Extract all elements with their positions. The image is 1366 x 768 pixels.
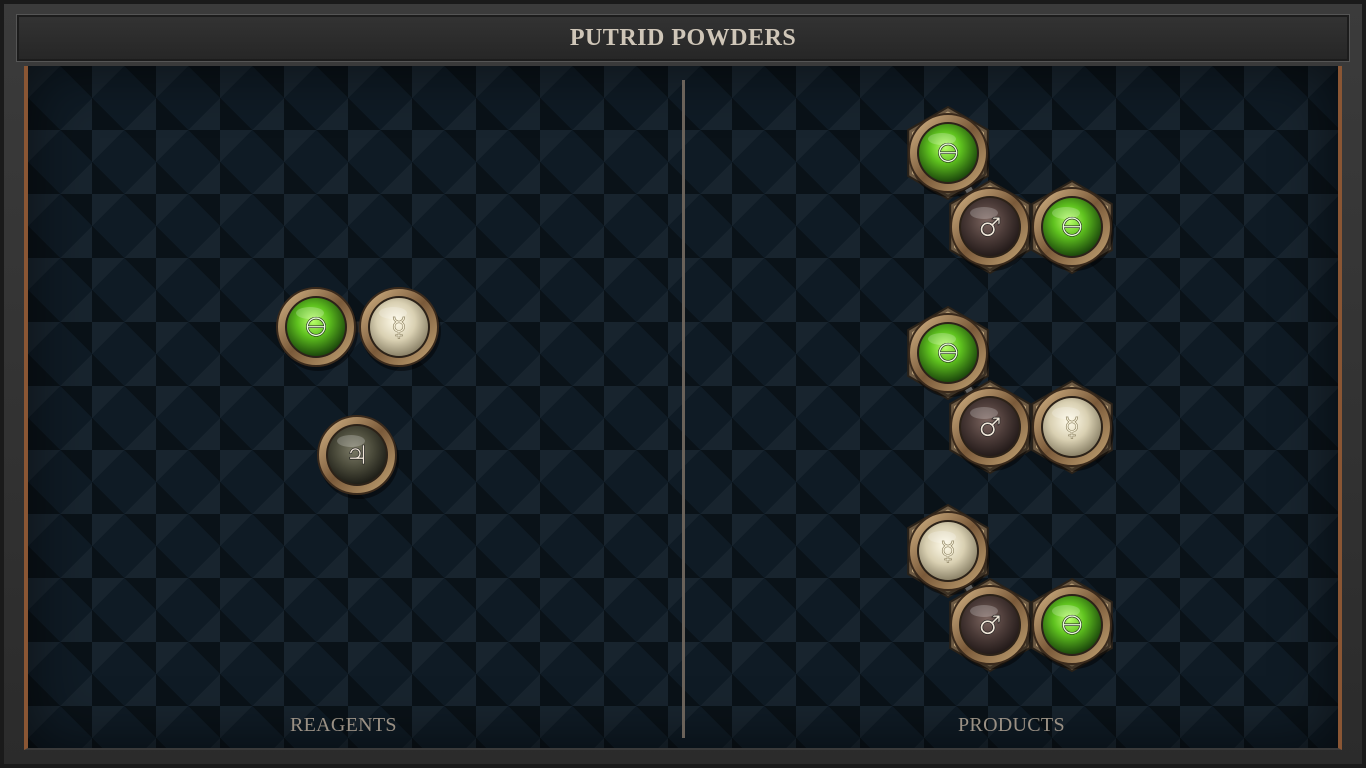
mercury-icon: ☿ [391, 313, 407, 343]
molecules-layer: 🜔 ☿♃🜔♂ 🜔🜔♂ ☿☿♂ 🜔 [276, 105, 1114, 673]
mercury-icon: ☿ [940, 537, 956, 567]
mercury-atom[interactable]: ☿ [359, 287, 441, 371]
salt-earth-icon: 🜔 [937, 139, 959, 169]
salt-atom[interactable]: 🜔 [1031, 577, 1114, 673]
tin-jupiter-icon: ♃ [345, 441, 368, 471]
salt-earth-icon: 🜔 [1061, 611, 1083, 641]
mercury-icon: ☿ [1064, 413, 1080, 443]
iron-mars-icon: ♂ [978, 611, 1001, 641]
mercury-atom[interactable]: ☿ [1031, 379, 1114, 475]
lead-atom[interactable]: ♃ [317, 415, 399, 499]
reagent-molecule[interactable]: 🜔 ☿ [276, 287, 441, 371]
salt-atom[interactable]: 🜔 [907, 105, 990, 201]
salt-earth-icon: 🜔 [1061, 213, 1083, 243]
salt-atom[interactable]: 🜔 [1031, 179, 1114, 275]
salt-earth-icon: 🜔 [937, 339, 959, 369]
product-molecule[interactable]: ☿ ♂ 🜔 [907, 503, 1114, 673]
reagent-molecule[interactable]: ♃ [317, 415, 399, 499]
product-molecule[interactable]: 🜔 ♂ 🜔 [907, 105, 1114, 275]
iron-mars-icon: ♂ [978, 213, 1001, 243]
iron-mars-icon: ♂ [978, 413, 1001, 443]
mercury-atom[interactable]: ☿ [907, 503, 990, 599]
product-molecule[interactable]: 🜔 ♂ ☿ [907, 305, 1114, 475]
salt-earth-icon: 🜔 [305, 313, 327, 343]
salt-atom[interactable]: 🜔 [907, 305, 990, 401]
salt-atom[interactable]: 🜔 [276, 287, 358, 371]
